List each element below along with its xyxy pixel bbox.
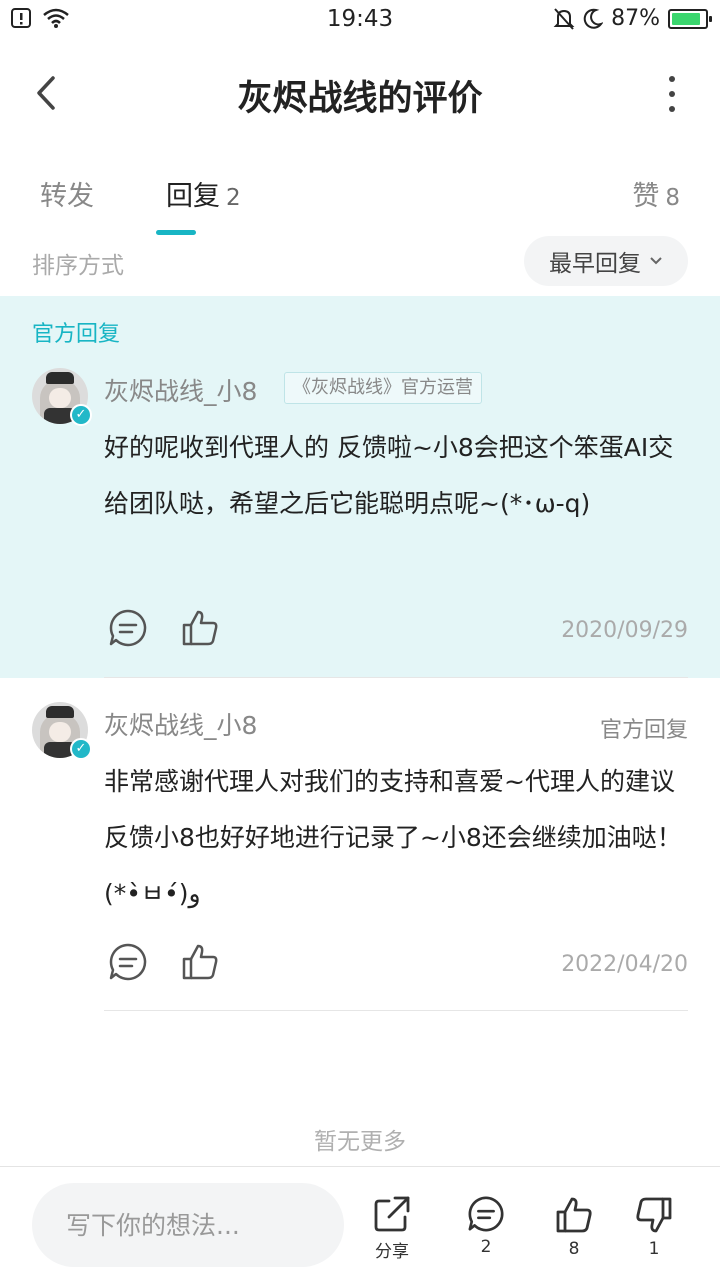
divider: [104, 677, 688, 678]
active-tab-indicator: [156, 230, 196, 235]
verified-badge-icon: ✓: [70, 738, 92, 760]
more-dot: [669, 106, 675, 112]
tab-forward-label: 转发: [40, 181, 94, 212]
avatar[interactable]: ✓: [32, 702, 92, 760]
tab-like-label: 赞: [632, 181, 660, 212]
status-right: 87%: [553, 6, 712, 31]
more-dot: [669, 91, 675, 97]
tab-forward[interactable]: 转发: [40, 174, 94, 213]
tab-reply-count: 2: [226, 185, 241, 211]
sort-dropdown[interactable]: 最早回复: [524, 236, 688, 286]
sort-value: 最早回复: [549, 251, 641, 277]
sort-label: 排序方式: [32, 253, 124, 279]
page-title: 灰烬战线的评价: [237, 79, 483, 119]
dislike-count: 1: [648, 1239, 660, 1259]
tab-like-count: 8: [665, 185, 680, 211]
reply-text: 好的呢收到代理人的 反馈啦~小8会把这个笨蛋AI交给团队哒，希望之后它能聪明点呢…: [104, 433, 674, 518]
moon-icon: [583, 8, 604, 29]
comment-icon[interactable]: [108, 942, 148, 982]
top-navigation: 灰烬战线的评价: [0, 52, 720, 132]
reply-date: 2022/04/20: [561, 952, 688, 977]
thumbs-up-icon[interactable]: [180, 608, 220, 648]
comment-icon[interactable]: [108, 608, 148, 648]
more-options-button[interactable]: [662, 76, 682, 112]
comment-icon: [468, 1196, 504, 1232]
dislike-button[interactable]: 1: [624, 1195, 684, 1271]
status-bar: 19:43 87%: [0, 0, 720, 40]
avatar[interactable]: ✓: [32, 368, 92, 426]
no-more-text: 暂无更多: [314, 1129, 406, 1155]
reply-text: 非常感谢代理人对我们的支持和喜爱~代理人的建议反馈小8也好好地进行记录了~小8还…: [104, 767, 682, 908]
divider: [104, 1010, 688, 1011]
reply-username[interactable]: 灰烬战线_小8: [104, 372, 257, 408]
share-icon: [374, 1196, 410, 1232]
thumbs-up-icon[interactable]: [180, 942, 220, 982]
chevron-down-icon: [650, 257, 662, 265]
official-reply-label: 官方回复: [32, 322, 121, 347]
more-dot: [669, 76, 675, 82]
reply-username[interactable]: 灰烬战线_小8: [104, 706, 257, 742]
official-ops-badge: 《灰烬战线》官方运营: [284, 372, 482, 404]
tab-reply-label: 回复: [166, 181, 220, 212]
comment-input[interactable]: [32, 1183, 344, 1267]
comment-count: 2: [480, 1237, 492, 1257]
battery-percent: 87%: [611, 6, 660, 31]
battery-icon: [668, 8, 712, 29]
thumbs-up-icon: [556, 1197, 592, 1233]
tab-like[interactable]: 赞8: [632, 174, 680, 213]
official-reply-label: 官方回复: [599, 718, 688, 743]
share-button[interactable]: 分享: [362, 1195, 422, 1271]
verified-badge-icon: ✓: [70, 404, 92, 426]
like-button[interactable]: 8: [544, 1195, 604, 1271]
like-count: 8: [568, 1239, 580, 1259]
bottom-action-bar: 分享 2 8 1: [0, 1166, 720, 1280]
thumbs-down-icon: [636, 1197, 672, 1233]
share-label: 分享: [375, 1242, 409, 1262]
reply-date: 2020/09/29: [561, 618, 688, 643]
comment-button[interactable]: 2: [456, 1195, 516, 1271]
mute-bell-icon: [553, 7, 575, 30]
tab-reply[interactable]: 回复 2: [166, 174, 241, 213]
